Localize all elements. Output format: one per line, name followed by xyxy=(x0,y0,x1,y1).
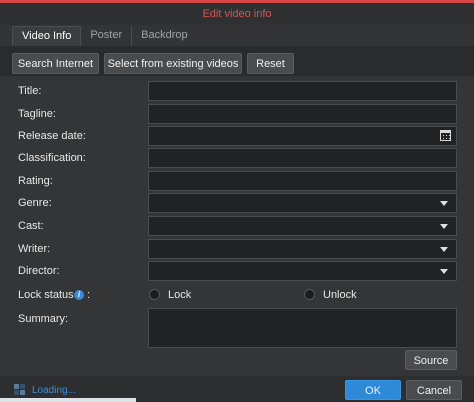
reset-button[interactable]: Reset xyxy=(247,53,294,74)
summary-textarea[interactable] xyxy=(148,308,457,348)
genre-select[interactable] xyxy=(148,193,457,213)
title-input[interactable] xyxy=(148,81,457,101)
loading-status: Loading... xyxy=(32,385,76,396)
cancel-button[interactable]: Cancel xyxy=(406,380,462,400)
release-date-input[interactable] xyxy=(148,126,457,146)
tagline-label: Tagline: xyxy=(18,108,56,120)
title-label: Title: xyxy=(18,85,42,97)
info-icon[interactable]: i xyxy=(74,290,84,300)
loading-spinner-icon xyxy=(14,384,26,396)
tagline-input[interactable] xyxy=(148,104,457,124)
lock-radio-label: Lock xyxy=(168,289,192,301)
unlock-radio[interactable] xyxy=(304,289,315,300)
cast-select[interactable] xyxy=(148,216,457,236)
search-internet-button[interactable]: Search Internet xyxy=(12,53,99,74)
bottom-progress-strip xyxy=(0,398,136,402)
rating-input[interactable] xyxy=(148,171,457,191)
writer-label: Writer: xyxy=(18,243,51,255)
classification-input[interactable] xyxy=(148,148,457,168)
classification-label: Classification: xyxy=(18,152,86,164)
ok-button[interactable]: OK xyxy=(345,380,401,400)
writer-select[interactable] xyxy=(148,239,457,259)
select-existing-videos-button[interactable]: Select from existing videos xyxy=(104,53,242,74)
rating-label: Rating: xyxy=(18,175,53,187)
director-select[interactable] xyxy=(148,261,457,281)
genre-label: Genre: xyxy=(18,197,52,209)
lock-radio[interactable] xyxy=(149,289,160,300)
calendar-icon[interactable] xyxy=(440,130,451,141)
tab-poster[interactable]: Poster xyxy=(81,26,133,46)
dialog-title: Edit video info xyxy=(0,3,474,25)
tab-bar: Video Info Poster Backdrop xyxy=(12,26,197,46)
release-date-label: Release date: xyxy=(18,130,86,142)
unlock-radio-label: Unlock xyxy=(323,289,357,301)
tab-backdrop[interactable]: Backdrop xyxy=(132,26,196,46)
source-button[interactable]: Source xyxy=(405,350,457,370)
tab-video-info[interactable]: Video Info xyxy=(12,26,82,46)
cast-label: Cast: xyxy=(18,220,44,232)
lock-status-label: Lock status xyxy=(18,289,74,301)
toolbar: Search Internet Select from existing vid… xyxy=(0,46,474,76)
lock-status-colon: : xyxy=(87,289,91,301)
director-label: Director: xyxy=(18,265,60,277)
summary-label: Summary: xyxy=(18,313,69,325)
